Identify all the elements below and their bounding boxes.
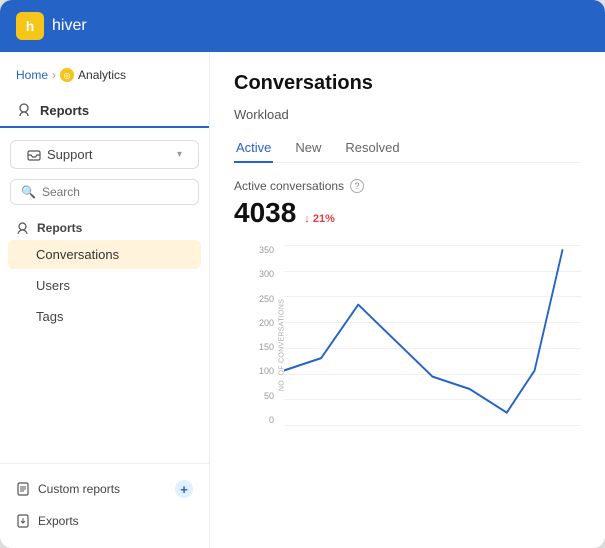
reports-header-label: Reports xyxy=(40,103,89,118)
main-layout: Home › ◎ Analytics Reports xyxy=(0,52,605,548)
tab-resolved[interactable]: Resolved xyxy=(343,134,401,163)
exports-label: Exports xyxy=(38,514,79,528)
page-title: Conversations xyxy=(234,72,581,95)
conversations-label: Conversations xyxy=(36,247,119,262)
y-label-50: 50 xyxy=(264,391,274,401)
users-label: Users xyxy=(36,278,70,293)
metric-change: ↓ 21% xyxy=(304,213,335,225)
chart-container: NO. OF CONVERSATIONS 350 300 250 200 150… xyxy=(234,245,581,445)
logo-badge: h xyxy=(16,12,44,40)
reports-sub-icon xyxy=(16,222,29,235)
reports-icon xyxy=(16,102,32,118)
add-custom-report-button[interactable]: + xyxy=(175,480,193,498)
custom-reports-label: Custom reports xyxy=(38,482,120,496)
support-dropdown-left: Support xyxy=(27,147,93,162)
app-name: hiver xyxy=(52,17,87,35)
custom-reports-item[interactable]: Custom reports + xyxy=(0,472,209,506)
inbox-icon xyxy=(27,148,41,162)
search-input[interactable] xyxy=(42,185,188,199)
support-dropdown[interactable]: Support ▾ xyxy=(10,140,199,169)
analytics-icon: ◎ xyxy=(60,68,74,82)
chart-inner xyxy=(284,245,581,425)
breadcrumb: Home › ◎ Analytics xyxy=(0,64,209,94)
custom-reports-left: Custom reports xyxy=(16,482,120,496)
reports-sub-header: Reports xyxy=(0,211,209,239)
breadcrumb-separator: › xyxy=(52,68,56,82)
exports-icon xyxy=(16,514,30,528)
home-link[interactable]: Home xyxy=(16,68,48,82)
metric-value: 4038 ↓ 21% xyxy=(234,197,581,229)
metric-section: Active conversations ? 4038 ↓ 21% xyxy=(234,179,581,229)
chart-y-axis: 350 300 250 200 150 100 50 0 xyxy=(248,245,278,425)
sidebar: Home › ◎ Analytics Reports xyxy=(0,52,210,548)
app-window: h hiver Home › ◎ Analytics xyxy=(0,0,605,548)
support-dropdown-label: Support xyxy=(47,147,93,162)
metric-label: Active conversations ? xyxy=(234,179,581,193)
tab-active[interactable]: Active xyxy=(234,134,273,163)
reports-section-header: Reports xyxy=(0,94,209,128)
info-icon[interactable]: ? xyxy=(350,179,364,193)
exports-left: Exports xyxy=(16,514,79,528)
exports-item[interactable]: Exports xyxy=(0,506,209,536)
top-bar: h hiver xyxy=(0,0,605,52)
y-label-200: 200 xyxy=(259,318,274,328)
search-box[interactable]: 🔍 xyxy=(10,179,199,205)
sidebar-item-users[interactable]: Users xyxy=(8,271,201,300)
y-label-250: 250 xyxy=(259,294,274,304)
reports-sub-label: Reports xyxy=(37,221,82,235)
logo-letter: h xyxy=(26,18,35,34)
y-label-300: 300 xyxy=(259,269,274,279)
chart-svg xyxy=(284,245,581,425)
sidebar-bottom: Custom reports + Exports xyxy=(0,463,209,536)
section-label: Workload xyxy=(234,107,581,122)
tabs: Active New Resolved xyxy=(234,134,581,163)
breadcrumb-current-label: Analytics xyxy=(78,68,126,82)
tags-label: Tags xyxy=(36,309,63,324)
chevron-down-icon: ▾ xyxy=(177,149,182,160)
metric-number: 4038 xyxy=(234,197,296,229)
y-label-350: 350 xyxy=(259,245,274,255)
search-icon: 🔍 xyxy=(21,185,36,199)
y-label-100: 100 xyxy=(259,366,274,376)
breadcrumb-current: ◎ Analytics xyxy=(60,68,126,82)
y-label-0: 0 xyxy=(269,415,274,425)
sidebar-item-conversations[interactable]: Conversations xyxy=(8,240,201,269)
main-content: Conversations Workload Active New Resolv… xyxy=(210,52,605,548)
metric-label-text: Active conversations xyxy=(234,179,344,193)
custom-reports-icon xyxy=(16,482,30,496)
y-label-150: 150 xyxy=(259,342,274,352)
sidebar-item-tags[interactable]: Tags xyxy=(8,302,201,331)
tab-new[interactable]: New xyxy=(293,134,323,163)
